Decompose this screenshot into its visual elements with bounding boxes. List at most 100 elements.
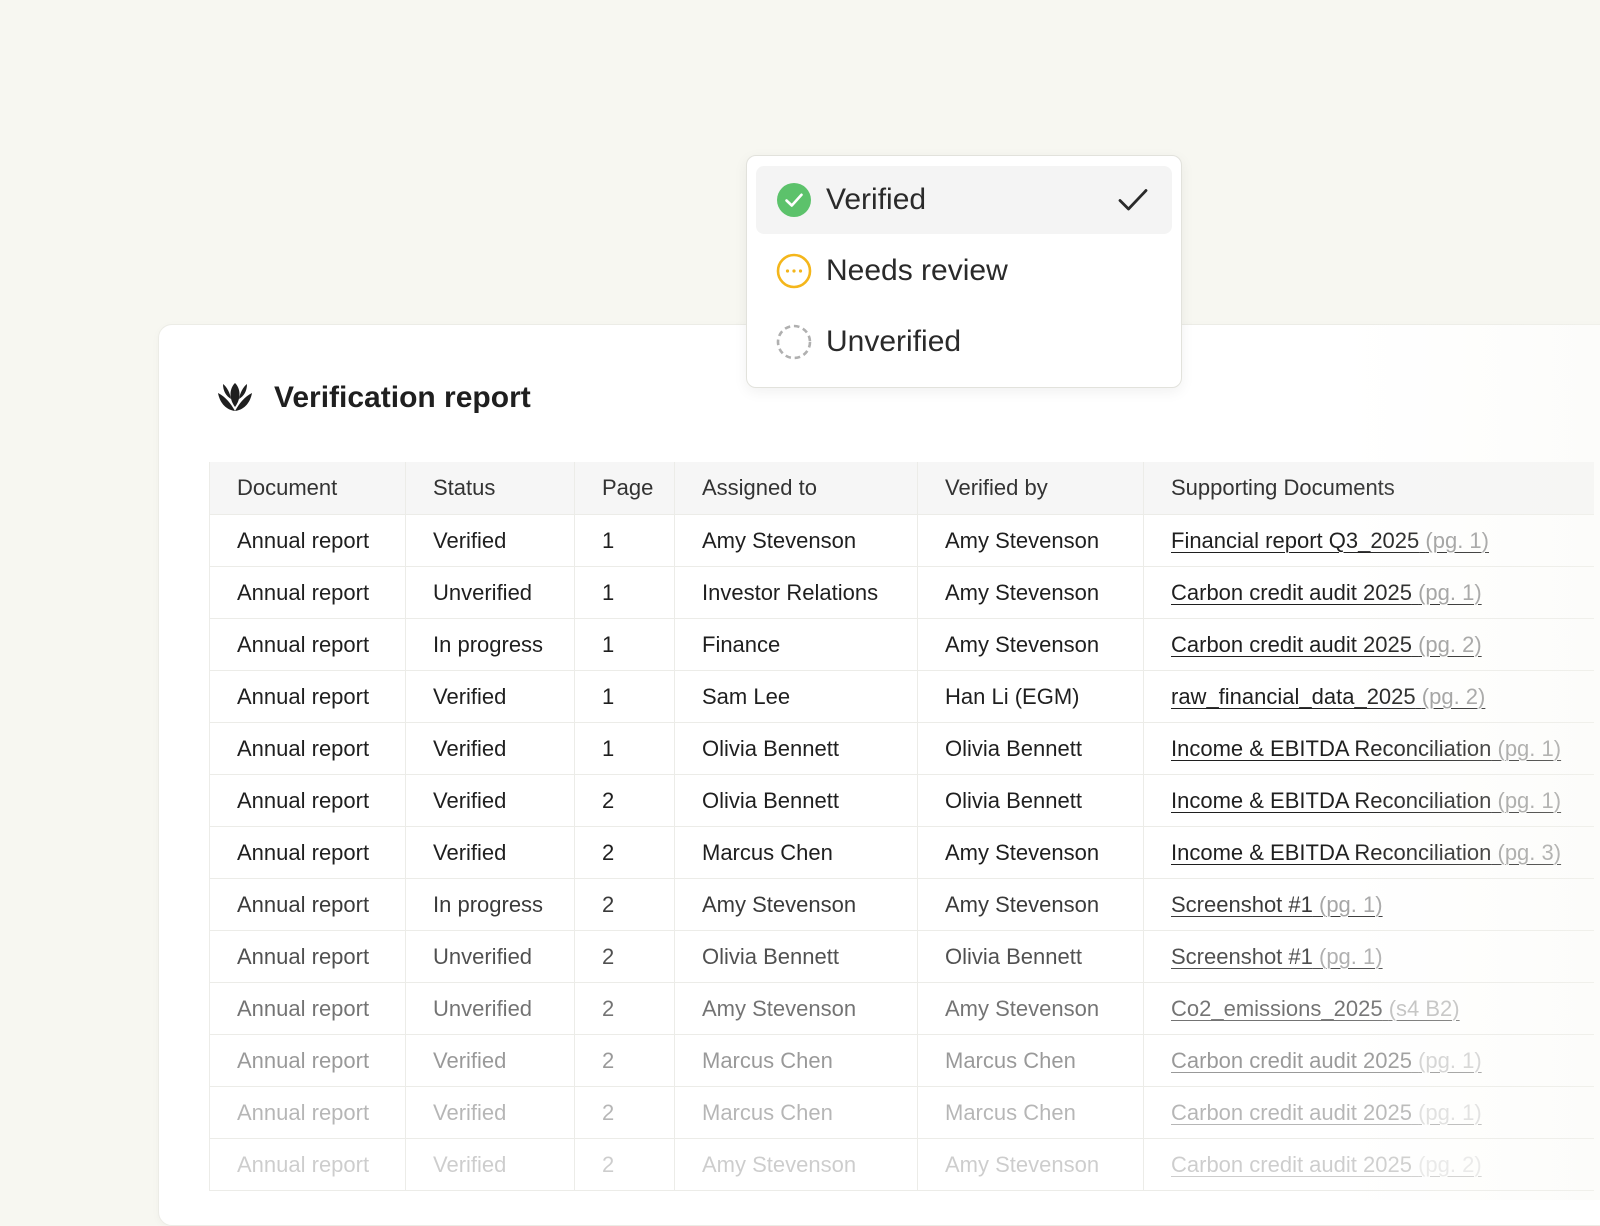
cell-verified-by[interactable]: Amy Stevenson [917, 826, 1144, 879]
cell-status[interactable]: Unverified [405, 982, 575, 1035]
table-row[interactable]: Annual report Verified 2 Marcus Chen Amy Ste… [209, 826, 1594, 879]
cell-page[interactable]: 2 [574, 982, 675, 1035]
cell-verified-by[interactable]: Amy Stevenson [917, 618, 1144, 671]
cell-verified-by[interactable]: Olivia Bennett [917, 930, 1144, 983]
cell-assigned-to[interactable]: Amy Stevenson [674, 878, 918, 931]
supporting-document-link[interactable]: Carbon credit audit 2025 (pg. 2) [1171, 1152, 1482, 1177]
cell-verified-by[interactable]: Amy Stevenson [917, 514, 1144, 567]
cell-status[interactable]: Verified [405, 722, 575, 775]
cell-assigned-to[interactable]: Olivia Bennett [674, 774, 918, 827]
cell-verified-by[interactable]: Olivia Bennett [917, 722, 1144, 775]
table-row[interactable]: Annual report In progress 1 Finance Amy Stev… [209, 618, 1594, 671]
cell-status[interactable]: Verified [405, 1086, 575, 1139]
cell-assigned-to[interactable]: Amy Stevenson [674, 982, 918, 1035]
cell-page[interactable]: 2 [574, 1034, 675, 1087]
cell-assigned-to[interactable]: Marcus Chen [674, 1034, 918, 1087]
table-row[interactable]: Annual report Verified 1 Amy Stevenson Amy S… [209, 514, 1594, 567]
cell-assigned-to[interactable]: Olivia Bennett [674, 722, 918, 775]
cell-document[interactable]: Annual report [209, 566, 406, 619]
cell-document[interactable]: Annual report [209, 1138, 406, 1191]
supporting-document-link[interactable]: Screenshot #1 (pg. 1) [1171, 892, 1383, 917]
cell-page[interactable]: 1 [574, 670, 675, 723]
cell-assigned-to[interactable]: Investor Relations [674, 566, 918, 619]
cell-assigned-to[interactable]: Finance [674, 618, 918, 671]
supporting-document-link[interactable]: Co2_emissions_2025 (s4 B2) [1171, 996, 1460, 1021]
cell-assigned-to[interactable]: Olivia Bennett [674, 930, 918, 983]
cell-document[interactable]: Annual report [209, 670, 406, 723]
table-row[interactable]: Annual report Verified 1 Olivia Bennett Oliv… [209, 722, 1594, 775]
cell-page[interactable]: 2 [574, 878, 675, 931]
supporting-document-link[interactable]: Income & EBITDA Reconciliation (pg. 1) [1171, 736, 1561, 761]
cell-page[interactable]: 2 [574, 1086, 675, 1139]
column-header-status[interactable]: Status [405, 462, 575, 515]
cell-document[interactable]: Annual report [209, 618, 406, 671]
cell-status[interactable]: In progress [405, 878, 575, 931]
cell-page[interactable]: 1 [574, 514, 675, 567]
cell-status[interactable]: Verified [405, 514, 575, 567]
table-row[interactable]: Annual report Verified 2 Olivia Bennett Oliv… [209, 774, 1594, 827]
cell-page[interactable]: 2 [574, 826, 675, 879]
cell-verified-by[interactable]: Amy Stevenson [917, 982, 1144, 1035]
cell-status[interactable]: Verified [405, 1138, 575, 1191]
supporting-document-link[interactable]: Carbon credit audit 2025 (pg. 1) [1171, 1048, 1482, 1073]
status-option-verified[interactable]: Verified [756, 166, 1172, 234]
supporting-document-link[interactable]: raw_financial_data_2025 (pg. 2) [1171, 684, 1485, 709]
column-header-document[interactable]: Document [209, 462, 406, 515]
cell-assigned-to[interactable]: Amy Stevenson [674, 514, 918, 567]
supporting-document-link[interactable]: Carbon credit audit 2025 (pg. 1) [1171, 580, 1482, 605]
cell-assigned-to[interactable]: Marcus Chen [674, 826, 918, 879]
cell-assigned-to[interactable]: Marcus Chen [674, 1086, 918, 1139]
status-option-unverified[interactable]: Unverified [756, 308, 1172, 376]
table-row[interactable]: Annual report Unverified 1 Investor Relatio… [209, 566, 1594, 619]
supporting-document-link[interactable]: Screenshot #1 (pg. 1) [1171, 944, 1383, 969]
table-row[interactable]: Annual report Unverified 2 Olivia Bennett Ol… [209, 930, 1594, 983]
cell-document[interactable]: Annual report [209, 1086, 406, 1139]
cell-verified-by[interactable]: Amy Stevenson [917, 1138, 1144, 1191]
supporting-document-link[interactable]: Carbon credit audit 2025 (pg. 1) [1171, 1100, 1482, 1125]
column-header-page[interactable]: Page [574, 462, 675, 515]
cell-document[interactable]: Annual report [209, 774, 406, 827]
cell-verified-by[interactable]: Han Li (EGM) [917, 670, 1144, 723]
table-row[interactable]: Annual report Verified 1 Sam Lee Han Li (EGM… [209, 670, 1594, 723]
cell-verified-by[interactable]: Marcus Chen [917, 1086, 1144, 1139]
cell-document[interactable]: Annual report [209, 826, 406, 879]
table-row[interactable]: Annual report Verified 2 Marcus Chen Marcus … [209, 1034, 1594, 1087]
status-option-needs-review[interactable]: Needs review [756, 237, 1172, 305]
table-row[interactable]: Annual report In progress 2 Amy Stevenson Am… [209, 878, 1594, 931]
cell-verified-by[interactable]: Marcus Chen [917, 1034, 1144, 1087]
cell-verified-by[interactable]: Amy Stevenson [917, 878, 1144, 931]
column-header-assigned-to[interactable]: Assigned to [674, 462, 918, 515]
cell-assigned-to[interactable]: Amy Stevenson [674, 1138, 918, 1191]
cell-status[interactable]: Unverified [405, 930, 575, 983]
cell-page[interactable]: 2 [574, 1138, 675, 1191]
cell-status[interactable]: Unverified [405, 566, 575, 619]
cell-status[interactable]: Verified [405, 670, 575, 723]
cell-verified-by[interactable]: Olivia Bennett [917, 774, 1144, 827]
cell-status[interactable]: Verified [405, 774, 575, 827]
column-header-supporting-documents[interactable]: Supporting Documents [1143, 462, 1594, 515]
cell-document[interactable]: Annual report [209, 878, 406, 931]
cell-document[interactable]: Annual report [209, 514, 406, 567]
supporting-document-link[interactable]: Carbon credit audit 2025 (pg. 2) [1171, 632, 1482, 657]
supporting-document-link[interactable]: Financial report Q3_2025 (pg. 1) [1171, 528, 1489, 553]
cell-status[interactable]: Verified [405, 1034, 575, 1087]
supporting-document-link[interactable]: Income & EBITDA Reconciliation (pg. 3) [1171, 840, 1561, 865]
cell-page[interactable]: 2 [574, 774, 675, 827]
cell-document[interactable]: Annual report [209, 722, 406, 775]
cell-document[interactable]: Annual report [209, 930, 406, 983]
cell-status[interactable]: Verified [405, 826, 575, 879]
cell-document[interactable]: Annual report [209, 1034, 406, 1087]
cell-assigned-to[interactable]: Sam Lee [674, 670, 918, 723]
cell-verified-by[interactable]: Amy Stevenson [917, 566, 1144, 619]
supporting-document-link[interactable]: Income & EBITDA Reconciliation (pg. 1) [1171, 788, 1561, 813]
column-header-verified-by[interactable]: Verified by [917, 462, 1144, 515]
table-row[interactable]: Annual report Unverified 2 Amy Stevenson Amy… [209, 982, 1594, 1035]
cell-status[interactable]: In progress [405, 618, 575, 671]
cell-page[interactable]: 2 [574, 930, 675, 983]
cell-page[interactable]: 1 [574, 722, 675, 775]
cell-page[interactable]: 1 [574, 566, 675, 619]
table-row[interactable]: Annual report Verified 2 Marcus Chen Marcus … [209, 1086, 1594, 1139]
table-row[interactable]: Annual report Verified 2 Amy Stevenson Amy S… [209, 1138, 1594, 1191]
cell-document[interactable]: Annual report [209, 982, 406, 1035]
cell-page[interactable]: 1 [574, 618, 675, 671]
